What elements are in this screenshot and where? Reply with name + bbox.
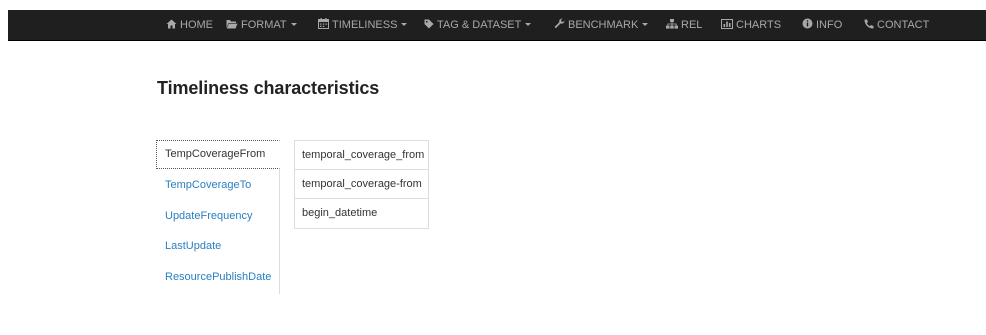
table-row: temporal_coverage-from bbox=[295, 170, 428, 199]
nav-item-rel[interactable]: REL bbox=[666, 10, 702, 41]
home-icon bbox=[166, 19, 177, 29]
nav-item-label: TAG & DATASET bbox=[437, 19, 522, 31]
nav-item-label: CONTACT bbox=[877, 19, 930, 31]
nav-item-label: HOME bbox=[180, 19, 213, 31]
chevron-down-icon bbox=[401, 23, 408, 26]
table-row: begin_datetime bbox=[302, 207, 378, 219]
side-nav: TempCoverageFrom TempCoverageTo UpdateFr… bbox=[156, 140, 280, 294]
side-nav-item-last-update[interactable]: LastUpdate bbox=[156, 232, 279, 261]
nav-item-label: BENCHMARK bbox=[568, 19, 639, 31]
nav-item-home[interactable]: HOME bbox=[166, 10, 213, 41]
table-row: temporal_coverage_from bbox=[295, 141, 428, 170]
nav-item-format[interactable]: FORMAT bbox=[226, 10, 297, 41]
side-nav-item-resource-publish-date[interactable]: ResourcePublishDate bbox=[156, 263, 279, 292]
side-nav-item-temp-coverage-to[interactable]: TempCoverageTo bbox=[156, 171, 279, 200]
chevron-down-icon bbox=[290, 23, 297, 26]
nav-item-benchmark[interactable]: BENCHMARK bbox=[554, 10, 649, 41]
page-title: Timeliness characteristics bbox=[157, 78, 380, 98]
side-nav-item-update-frequency[interactable]: UpdateFrequency bbox=[156, 202, 279, 231]
nav-menu: HOME FORMAT TIMELINESS TAG & DATASET BEN… bbox=[8, 10, 986, 41]
sitemap-icon bbox=[666, 19, 678, 29]
calendar-icon bbox=[318, 18, 329, 29]
top-navbar: HOME FORMAT TIMELINESS TAG & DATASET BEN… bbox=[8, 10, 986, 41]
info-icon bbox=[802, 18, 813, 29]
folder-icon bbox=[226, 19, 238, 29]
nav-item-label: CHARTS bbox=[736, 19, 782, 31]
bar-chart-icon bbox=[721, 19, 733, 29]
side-nav-item-temp-coverage-from[interactable]: TempCoverageFrom bbox=[156, 140, 280, 169]
nav-item-label: FORMAT bbox=[241, 19, 287, 31]
nav-item-charts[interactable]: CHARTS bbox=[721, 10, 781, 41]
phone-icon bbox=[864, 19, 874, 29]
nav-item-contact[interactable]: CONTACT bbox=[864, 10, 929, 41]
nav-item-tag-dataset[interactable]: TAG & DATASET bbox=[424, 10, 532, 41]
values-table: temporal_coverage_from temporal_coverage… bbox=[294, 140, 429, 229]
chevron-down-icon bbox=[642, 23, 649, 26]
nav-item-label: TIMELINESS bbox=[332, 19, 398, 31]
nav-item-label: REL bbox=[681, 19, 703, 31]
tag-icon bbox=[424, 19, 434, 29]
nav-item-timeliness[interactable]: TIMELINESS bbox=[318, 10, 408, 41]
wrench-icon bbox=[554, 18, 565, 29]
nav-item-info[interactable]: INFO bbox=[802, 10, 842, 41]
nav-item-label: INFO bbox=[816, 19, 843, 31]
chevron-down-icon bbox=[525, 23, 532, 26]
